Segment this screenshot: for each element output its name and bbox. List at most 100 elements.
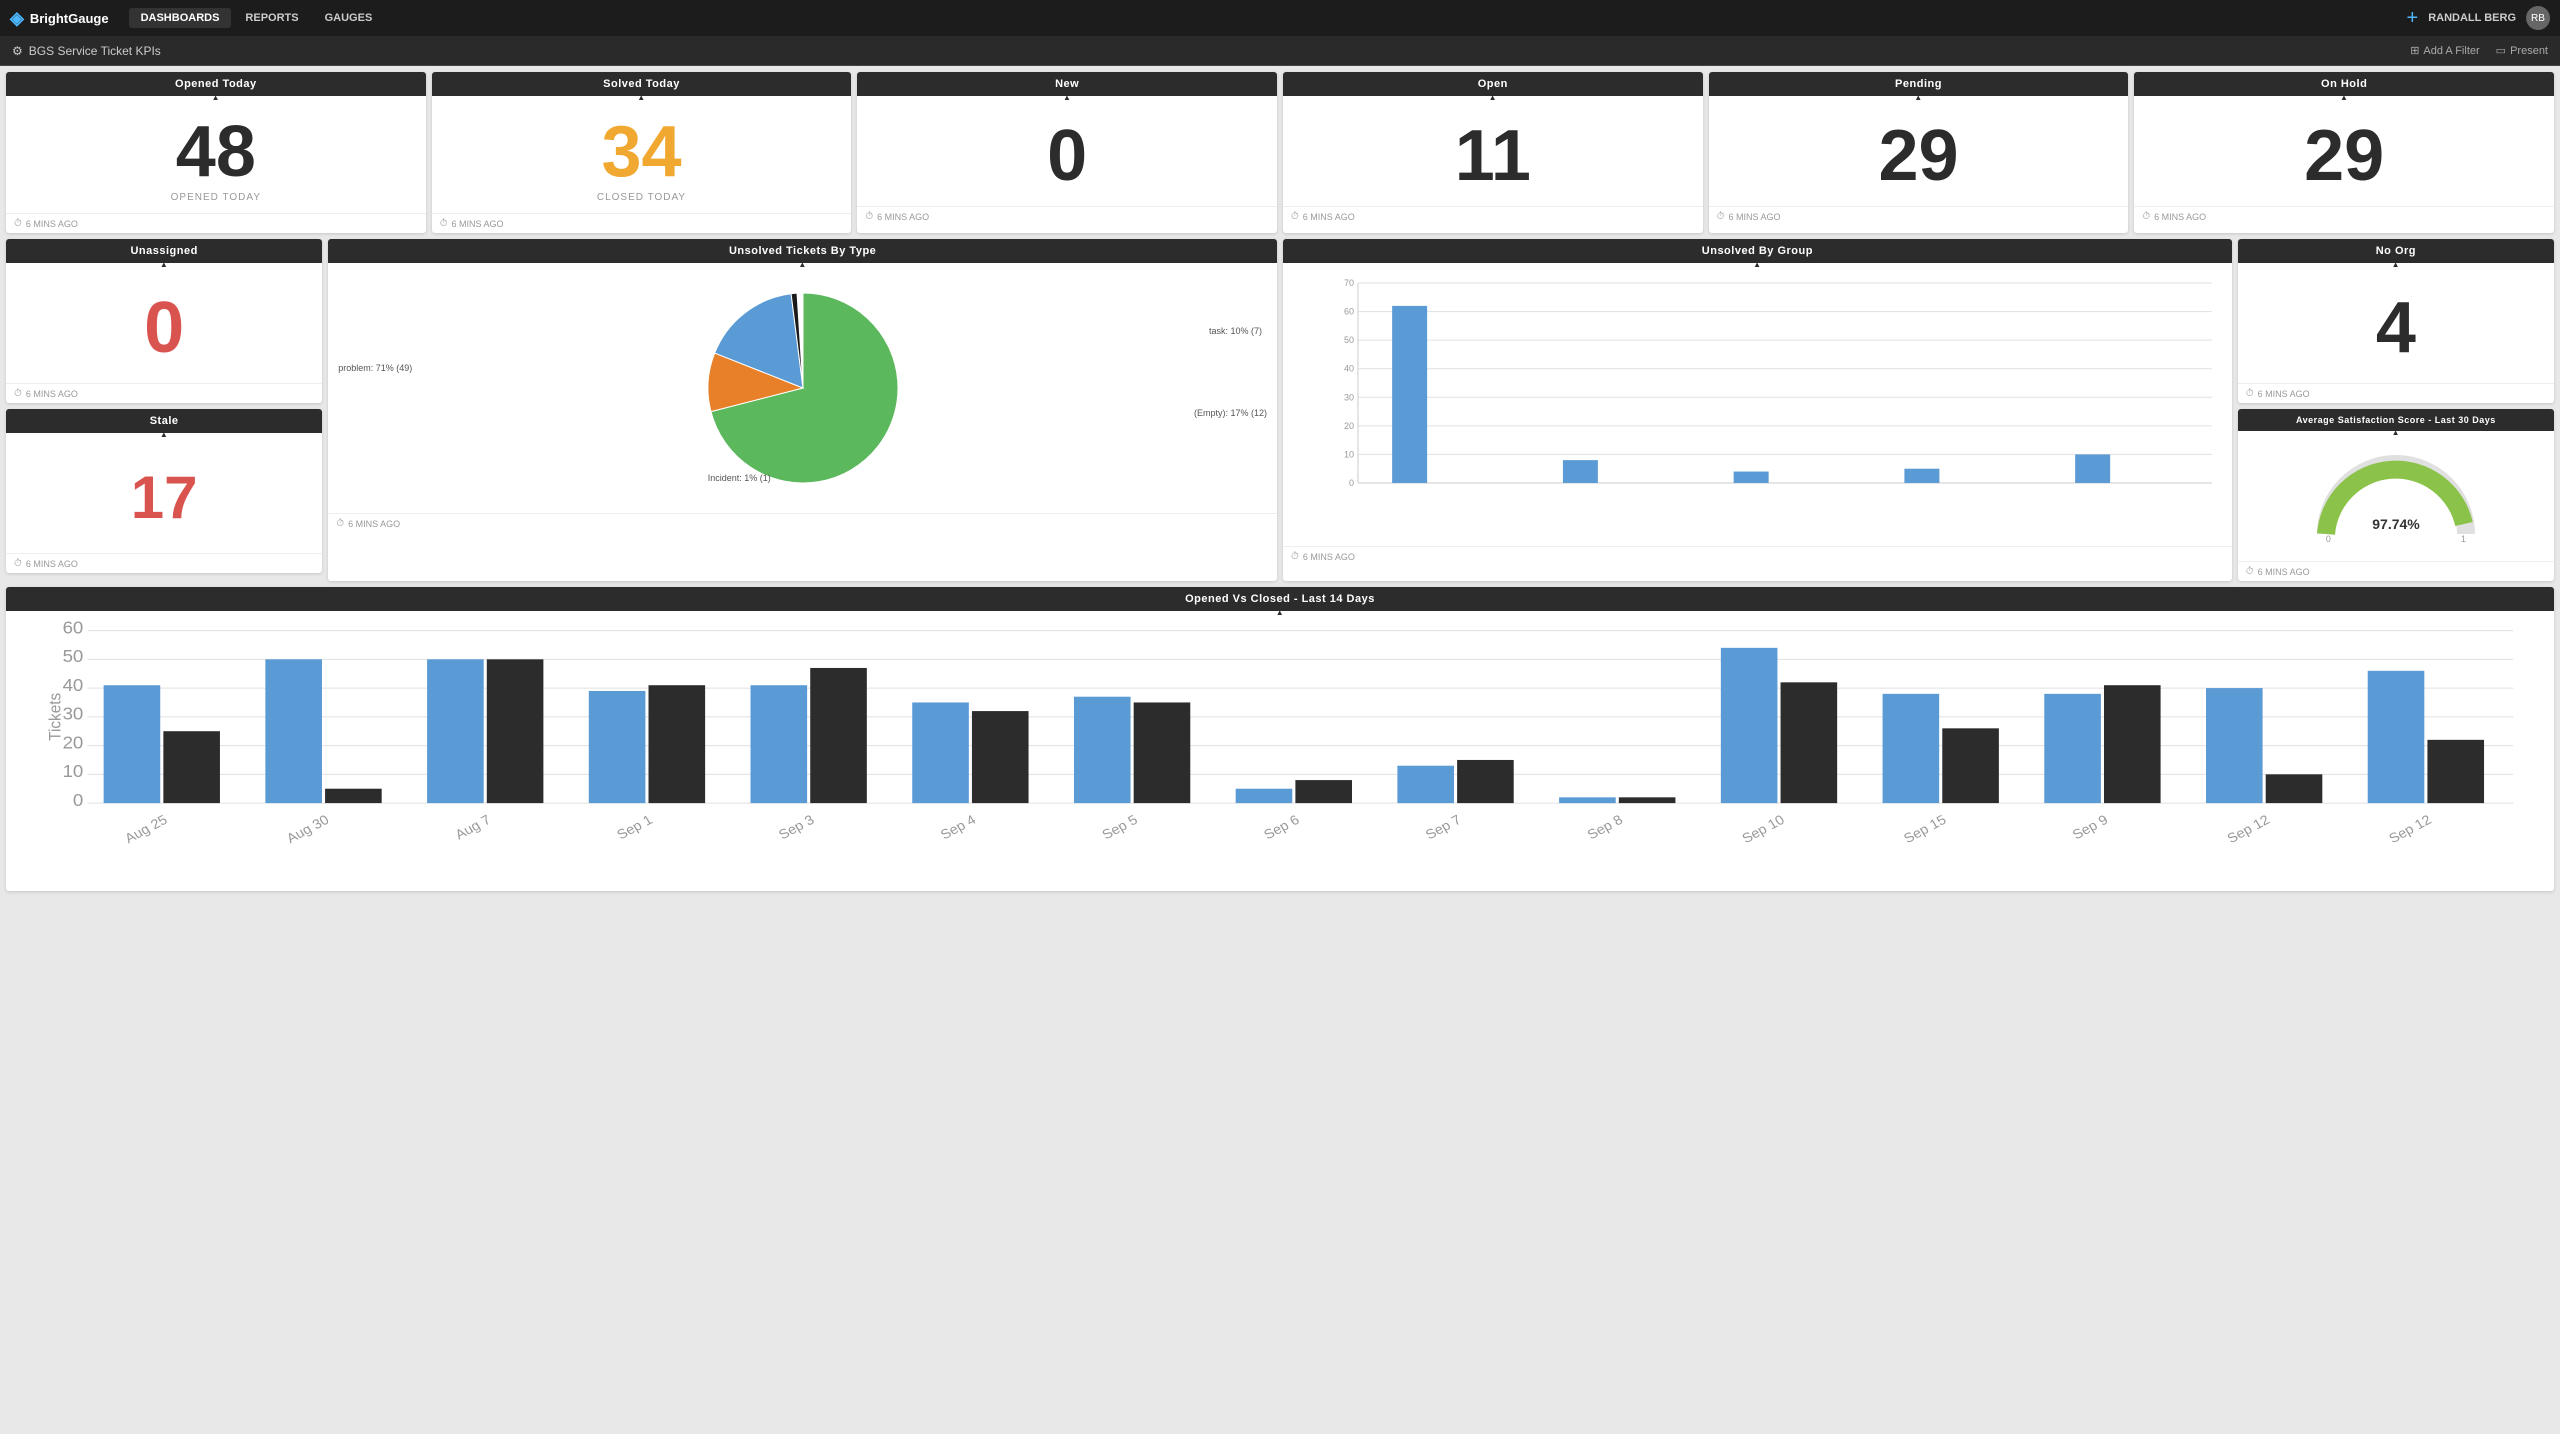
clock-icon-3: ⏱ [865,211,873,222]
kpi-new-header: New [857,72,1277,96]
pie-chart-card[interactable]: Unsolved Tickets By Type problem: 71% (4… [328,239,1277,581]
gauge-svg: 97.74% [2316,449,2476,539]
pie-chart-footer: ⏱ 6 MINS AGO [328,513,1277,533]
kpi-onhold[interactable]: On Hold 29 ⏱ 6 MINS AGO [2134,72,2554,233]
kpi-new[interactable]: New 0 ⏱ 6 MINS AGO [857,72,1277,233]
svg-text:Sep 15: Sep 15 [1901,811,1949,846]
add-button[interactable]: + [2407,7,2419,30]
add-filter-button[interactable]: ⊞ Add A Filter [2410,44,2479,57]
kpi-opened-today-body: 48 OPENED TODAY [6,96,426,213]
kpi-solved-today[interactable]: Solved Today 34 CLOSED TODAY ⏱ 6 MINS AG… [432,72,852,233]
settings-icon: ⚙ [12,44,23,58]
kpi-open-header: Open [1283,72,1703,96]
nav-dashboards[interactable]: DASHBOARDS [129,8,232,28]
kpi-solved-today-value: 34 [601,116,681,188]
svg-text:Sep 8: Sep 8 [1584,811,1625,842]
kpi-onhold-body: 29 [2134,96,2554,206]
kpi-unassigned-value: 0 [144,292,184,364]
kpi-open[interactable]: Open 11 ⏱ 6 MINS AGO [1283,72,1703,233]
avatar[interactable]: RB [2526,6,2550,30]
svg-text:Sep 6: Sep 6 [1261,811,1302,842]
svg-text:50: 50 [1344,335,1354,345]
kpi-new-body: 0 [857,96,1277,206]
kpi-open-value: 11 [1455,120,1531,192]
svg-text:30: 30 [1344,392,1354,402]
svg-text:20: 20 [63,733,84,752]
pie-chart-timestamp: 6 MINS AGO [348,519,400,529]
svg-text:Sep 1: Sep 1 [614,811,655,842]
svg-text:40: 40 [1344,364,1354,374]
svg-text:Sep 4: Sep 4 [937,811,978,842]
gauge-timestamp: 6 MINS AGO [2258,567,2310,577]
kpi-opened-today-header: Opened Today [6,72,426,96]
gauge-min: 0 [2326,534,2331,544]
svg-text:60: 60 [63,621,84,637]
kpi-stale-footer: ⏱ 6 MINS AGO [6,553,322,573]
kpi-stale-header: Stale [6,409,322,433]
svg-text:Aug 30: Aug 30 [283,811,331,846]
kpi-unassigned[interactable]: Unassigned 0 ⏱ 6 MINS AGO [6,239,322,403]
bar-chart-body: 010203040506070 [1283,263,2232,546]
bottom-chart-svg: 0102030405060TicketsAug 25Aug 30Aug 7Sep… [46,621,2534,851]
clock-icon-7: ⏱ [14,388,22,399]
bar-chart-inner: 010203040506070 [1323,273,2222,516]
clock-icon-5: ⏱ [1717,211,1725,222]
svg-text:Sep 3: Sep 3 [776,811,817,842]
gauge-labels: 0 1 [2326,534,2466,544]
subheader-title: ⚙ BGS Service Ticket KPIs [12,44,161,58]
kpi-solved-today-body: 34 CLOSED TODAY [432,96,852,213]
kpi-no-org[interactable]: No Org 4 ⏱ 6 MINS AGO [2238,239,2554,403]
pie-label-problem: problem: 71% (49) [338,363,412,373]
logo-icon: ◈ [10,8,24,29]
kpi-no-org-value: 4 [2376,292,2416,364]
clock-icon: ⏱ [14,218,22,229]
page-title: BGS Service Ticket KPIs [29,44,161,58]
top-navigation: ◈ BrightGauge DASHBOARDS REPORTS GAUGES … [0,0,2560,36]
svg-text:Sep 12: Sep 12 [2224,811,2272,846]
bottom-chart-card[interactable]: Opened Vs Closed - Last 14 Days 01020304… [6,587,2554,891]
kpi-opened-today[interactable]: Opened Today 48 OPENED TODAY ⏱ 6 MINS AG… [6,72,426,233]
nav-right: + RANDALL BERG RB [2407,6,2550,30]
kpi-solved-today-sublabel: CLOSED TODAY [597,192,686,203]
svg-text:Aug 7: Aug 7 [452,811,493,842]
logo[interactable]: ◈ BrightGauge [10,8,109,29]
kpi-unassigned-header: Unassigned [6,239,322,263]
bar-chart-timestamp: 6 MINS AGO [1303,552,1355,562]
clock-icon-11: ⏱ [2246,388,2254,399]
clock-icon-9: ⏱ [336,518,344,529]
svg-text:10: 10 [63,762,84,781]
kpi-no-org-footer: ⏱ 6 MINS AGO [2238,383,2554,403]
svg-text:Sep 12: Sep 12 [2386,811,2434,846]
bar-chart-card[interactable]: Unsolved By Group 010203040506070 ⏱ 6 MI… [1283,239,2232,581]
filter-icon: ⊞ [2410,44,2419,57]
user-name[interactable]: RANDALL BERG [2428,12,2516,24]
right-column: No Org 4 ⏱ 6 MINS AGO Average Satisfacti… [2238,239,2554,581]
gauge-body: 97.74% 0 1 [2238,431,2554,561]
kpi-onhold-value: 29 [2304,120,2384,192]
svg-text:Sep 7: Sep 7 [1422,811,1463,842]
kpi-pending[interactable]: Pending 29 ⏱ 6 MINS AGO [1709,72,2129,233]
kpi-stale[interactable]: Stale 17 ⏱ 6 MINS AGO [6,409,322,573]
pie-label-empty: (Empty): 17% (12) [1194,408,1267,418]
svg-text:10: 10 [1344,449,1354,459]
bottom-chart-body: 0102030405060TicketsAug 25Aug 30Aug 7Sep… [6,611,2554,891]
clock-icon-6: ⏱ [2142,211,2150,222]
kpi-solved-today-timestamp: 6 MINS AGO [451,219,503,229]
pie-chart-header: Unsolved Tickets By Type [328,239,1277,263]
nav-gauges[interactable]: GAUGES [313,8,385,28]
kpi-unassigned-footer: ⏱ 6 MINS AGO [6,383,322,403]
kpi-solved-today-footer: ⏱ 6 MINS AGO [432,213,852,233]
svg-text:60: 60 [1344,307,1354,317]
present-button[interactable]: ▭ Present [2496,44,2548,57]
bar-chart-svg: 010203040506070 [1323,273,2222,513]
kpi-new-timestamp: 6 MINS AGO [877,212,929,222]
gauge-max: 1 [2461,534,2466,544]
kpi-opened-today-timestamp: 6 MINS AGO [26,219,78,229]
svg-text:97.74%: 97.74% [2372,516,2420,532]
second-row: Unassigned 0 ⏱ 6 MINS AGO Stale 17 ⏱ 6 M… [6,239,2554,581]
kpi-pending-body: 29 [1709,96,2129,206]
gauge-card[interactable]: Average Satisfaction Score - Last 30 Day… [2238,409,2554,581]
nav-reports[interactable]: REPORTS [233,8,310,28]
kpi-unassigned-body: 0 [6,263,322,383]
main-content: Opened Today 48 OPENED TODAY ⏱ 6 MINS AG… [0,66,2560,1434]
